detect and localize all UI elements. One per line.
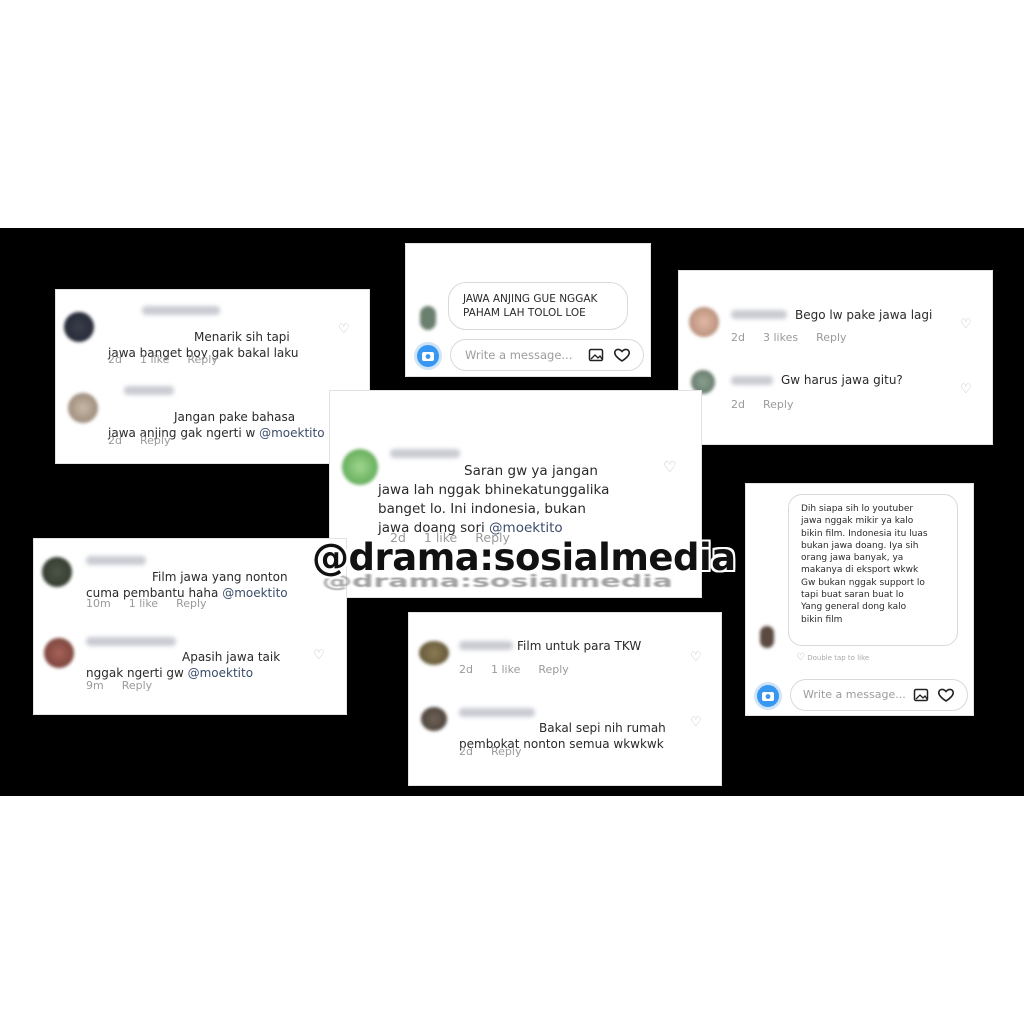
timestamp: 9m bbox=[86, 679, 104, 692]
mention-link[interactable]: @moektito bbox=[222, 586, 287, 600]
avatar bbox=[421, 707, 447, 731]
comment-row: Bego lw pake jawa lagi 2d 3 likes Reply ♡ bbox=[679, 271, 992, 356]
camera-button[interactable] bbox=[754, 682, 782, 710]
mention-link[interactable]: @moektito bbox=[259, 426, 324, 440]
message-text: Dih siapa sih lo youtuber jawa nggak mik… bbox=[801, 504, 928, 625]
comment-meta: 2d 3 likes Reply bbox=[731, 331, 865, 344]
comment-row: Film untuk para TKW 2d 1 like Reply ♡ bbox=[409, 613, 721, 693]
gallery-icon[interactable] bbox=[913, 687, 929, 703]
avatar bbox=[420, 306, 436, 330]
comment-meta: 2d 1 like Reply bbox=[108, 353, 236, 366]
camera-button[interactable] bbox=[414, 342, 442, 370]
like-count[interactable]: 3 likes bbox=[763, 331, 798, 344]
comment-meta: 2d Reply bbox=[108, 434, 188, 447]
like-heart-icon[interactable]: ♡ bbox=[960, 318, 974, 332]
timestamp: 2d bbox=[459, 745, 473, 758]
username-blurred bbox=[459, 641, 513, 650]
comment-text: Gw harus jawa gitu? bbox=[781, 373, 903, 387]
heart-icon[interactable] bbox=[613, 347, 631, 363]
like-count[interactable]: 1 like bbox=[129, 597, 158, 610]
timestamp: 2d bbox=[459, 663, 473, 676]
message-card-7: Dih siapa sih lo youtuber jawa nggak mik… bbox=[745, 483, 974, 716]
timestamp: 2d bbox=[108, 353, 122, 366]
message-bubble: Dih siapa sih lo youtuber jawa nggak mik… bbox=[788, 494, 958, 646]
like-heart-icon[interactable]: ♡ bbox=[690, 716, 704, 730]
timestamp: 2d bbox=[731, 331, 745, 344]
comment-row: Film jawa yang nonton cuma pembantu haha… bbox=[34, 539, 346, 624]
heart-icon[interactable] bbox=[937, 687, 955, 703]
timestamp: 2d bbox=[108, 434, 122, 447]
timestamp: 10m bbox=[86, 597, 111, 610]
message-text: JAWA ANJING GUE NGGAK PAHAM LAH TOLOL LO… bbox=[463, 293, 598, 319]
like-count[interactable]: 1 like bbox=[140, 353, 169, 366]
avatar bbox=[342, 449, 378, 485]
comment-row: Gw harus jawa gitu? 2d Reply ♡ bbox=[679, 356, 992, 446]
avatar bbox=[64, 312, 94, 342]
double-tap-hint: ♡ Double tap to like bbox=[796, 652, 870, 663]
avatar bbox=[42, 557, 72, 587]
camera-icon bbox=[762, 692, 774, 701]
comment-text: Apasih jawa taik nggak ngerti gw @moekti… bbox=[86, 650, 281, 680]
comment-meta: 9m Reply bbox=[86, 679, 170, 692]
comment-text: Saran gw ya jangan jawa lah nggak bhinek… bbox=[378, 463, 610, 536]
comment-meta: 10m 1 like Reply bbox=[86, 597, 225, 610]
comment-card-1: Menarik sih tapi jawa banget boy gak bak… bbox=[55, 289, 370, 464]
timestamp: 2d bbox=[731, 398, 745, 411]
reply-button[interactable]: Reply bbox=[538, 663, 568, 676]
reply-button[interactable]: Reply bbox=[176, 597, 206, 610]
comment-card-3: Bego lw pake jawa lagi 2d 3 likes Reply ♡ … bbox=[678, 270, 993, 445]
message-placeholder: Write a message... bbox=[465, 348, 573, 362]
message-bubble: JAWA ANJING GUE NGGAK PAHAM LAH TOLOL LO… bbox=[448, 282, 628, 330]
reply-button[interactable]: Reply bbox=[187, 353, 217, 366]
comment-row: Jangan pake bahasa jawa anjing gak ngert… bbox=[56, 375, 369, 465]
comment-row: Apasih jawa taik nggak ngerti gw @moekti… bbox=[34, 624, 346, 716]
comment-meta: 2d 1 like Reply bbox=[459, 663, 587, 676]
watermark-text: @drama:sosialmedia bbox=[312, 536, 736, 579]
comment-row: Menarik sih tapi jawa banget boy gak bak… bbox=[56, 290, 369, 375]
comment-text: Bego lw pake jawa lagi bbox=[795, 308, 933, 322]
like-heart-icon[interactable]: ♡ bbox=[690, 651, 704, 665]
comment-text: Film jawa yang nonton cuma pembantu haha… bbox=[86, 570, 288, 600]
message-input[interactable]: Write a message... bbox=[790, 679, 968, 711]
avatar bbox=[760, 626, 774, 648]
reply-button[interactable]: Reply bbox=[140, 434, 170, 447]
like-heart-icon[interactable]: ♡ bbox=[313, 649, 327, 663]
like-heart-icon[interactable]: ♡ bbox=[663, 460, 677, 475]
reply-button[interactable]: Reply bbox=[763, 398, 793, 411]
avatar bbox=[419, 641, 449, 665]
camera-icon bbox=[422, 352, 434, 361]
comment-meta: 2d Reply bbox=[459, 745, 539, 758]
username-blurred bbox=[731, 376, 773, 385]
comment-row: Bakal sepi nih rumah pembokat nonton sem… bbox=[409, 693, 721, 787]
comment-meta: 2d Reply bbox=[731, 398, 811, 411]
reply-button[interactable]: Reply bbox=[122, 679, 152, 692]
mention-link[interactable]: @moektito bbox=[188, 666, 253, 680]
message-placeholder: Write a message... bbox=[803, 688, 906, 701]
like-count[interactable]: 1 like bbox=[491, 663, 520, 676]
like-heart-icon[interactable]: ♡ bbox=[960, 383, 974, 397]
reply-button[interactable]: Reply bbox=[491, 745, 521, 758]
comment-card-6: Film untuk para TKW 2d 1 like Reply ♡ Baka… bbox=[408, 612, 722, 786]
avatar bbox=[44, 638, 74, 668]
gallery-icon[interactable] bbox=[588, 347, 604, 363]
message-input[interactable]: Write a message... bbox=[450, 339, 644, 371]
avatar bbox=[689, 307, 719, 337]
message-card-2: JAWA ANJING GUE NGGAK PAHAM LAH TOLOL LO… bbox=[405, 243, 651, 377]
comment-text: Film untuk para TKW bbox=[517, 639, 642, 653]
heart-outline-icon: ♡ bbox=[796, 652, 805, 663]
avatar bbox=[68, 393, 98, 423]
reply-button[interactable]: Reply bbox=[816, 331, 846, 344]
like-heart-icon[interactable]: ♡ bbox=[338, 323, 352, 337]
comment-card-5: Film jawa yang nonton cuma pembantu haha… bbox=[33, 538, 347, 715]
username-blurred bbox=[731, 310, 787, 319]
